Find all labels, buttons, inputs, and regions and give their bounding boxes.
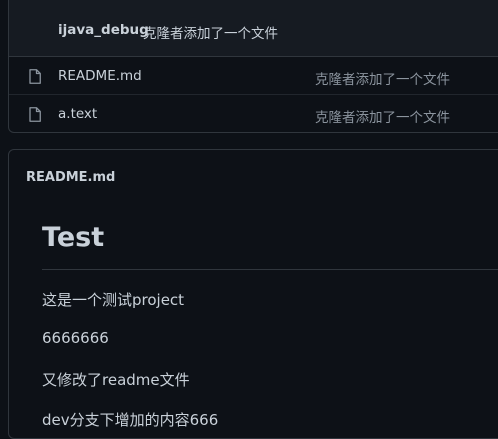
file-list: ijava_debug 克隆者添加了一个文件 README.md 克隆者添加了一… bbox=[8, 0, 498, 133]
file-name-link[interactable]: a.text bbox=[58, 106, 97, 122]
readme-panel: README.md Test 这是一个测试project 6666666 又修改… bbox=[8, 149, 498, 439]
readme-header: README.md bbox=[9, 150, 498, 205]
readme-title-link[interactable]: README.md bbox=[26, 170, 115, 185]
file-row[interactable]: a.text 克隆者添加了一个文件 bbox=[9, 95, 498, 133]
heading-divider bbox=[42, 269, 498, 270]
commit-message-link[interactable]: 克隆者添加了一个文件 bbox=[143, 22, 278, 42]
file-icon bbox=[29, 69, 41, 84]
readme-paragraph: 这是一个测试project bbox=[42, 291, 185, 309]
commit-author-link[interactable]: ijava_debug bbox=[58, 22, 149, 38]
readme-heading: Test bbox=[42, 222, 105, 253]
file-icon bbox=[29, 107, 41, 122]
readme-paragraph: 6666666 bbox=[42, 329, 109, 347]
file-name-link[interactable]: README.md bbox=[58, 68, 142, 84]
readme-paragraph: 又修改了readme文件 bbox=[42, 371, 190, 389]
file-commit-message-link[interactable]: 克隆者添加了一个文件 bbox=[315, 106, 450, 126]
file-commit-message-link[interactable]: 克隆者添加了一个文件 bbox=[315, 68, 450, 88]
latest-commit-row: ijava_debug 克隆者添加了一个文件 bbox=[9, 0, 498, 57]
readme-paragraph: dev分支下增加的内容666 bbox=[42, 411, 219, 429]
file-row[interactable]: README.md 克隆者添加了一个文件 bbox=[9, 57, 498, 95]
